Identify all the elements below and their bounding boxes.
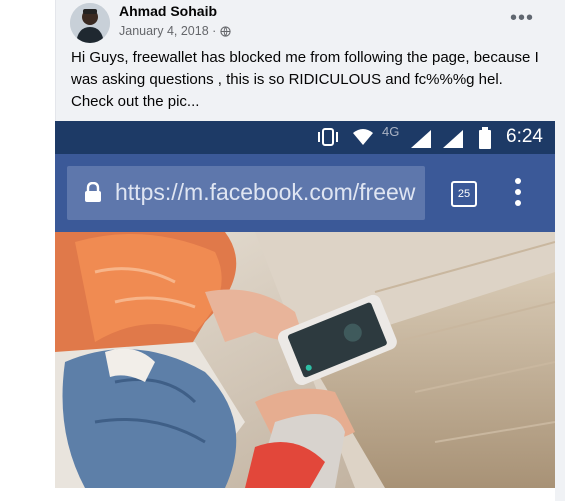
globe-icon xyxy=(220,25,231,37)
url-field: https://m.facebook.com/freew xyxy=(67,166,425,220)
photo-bottom-gap xyxy=(55,488,555,501)
post-text: Hi Guys, freewallet has blocked me from … xyxy=(71,49,539,110)
post-author-name[interactable]: Ahmad Sohaib xyxy=(119,3,217,19)
signal-icon-2 xyxy=(443,130,463,148)
post-date-text[interactable]: January 4, 2018 · xyxy=(119,24,216,38)
phone-status-bar: 4G 6:24 xyxy=(55,121,555,154)
phone-time: 6:24 xyxy=(506,126,543,147)
wifi-icon xyxy=(353,129,373,145)
menu-kebab-icon xyxy=(515,178,521,206)
vibrate-icon xyxy=(318,128,338,146)
post-date[interactable]: January 4, 2018 · xyxy=(119,24,231,38)
post-photo[interactable]: 4G 6:24 https://m.facebook.com/freew 25 xyxy=(55,121,555,488)
photo-scene-image xyxy=(55,232,555,488)
left-margin xyxy=(0,0,56,501)
more-options-button[interactable]: ••• xyxy=(510,8,534,28)
avatar-image xyxy=(70,3,110,43)
network-type-text: 4G xyxy=(382,124,400,139)
battery-icon xyxy=(479,127,491,149)
browser-url-bar: https://m.facebook.com/freew 25 xyxy=(55,154,555,232)
tab-count-badge: 25 xyxy=(451,181,477,207)
url-text: https://m.facebook.com/freew xyxy=(115,179,416,205)
signal-icon-1 xyxy=(411,130,431,148)
lock-icon xyxy=(85,182,101,202)
author-avatar[interactable] xyxy=(70,3,110,43)
